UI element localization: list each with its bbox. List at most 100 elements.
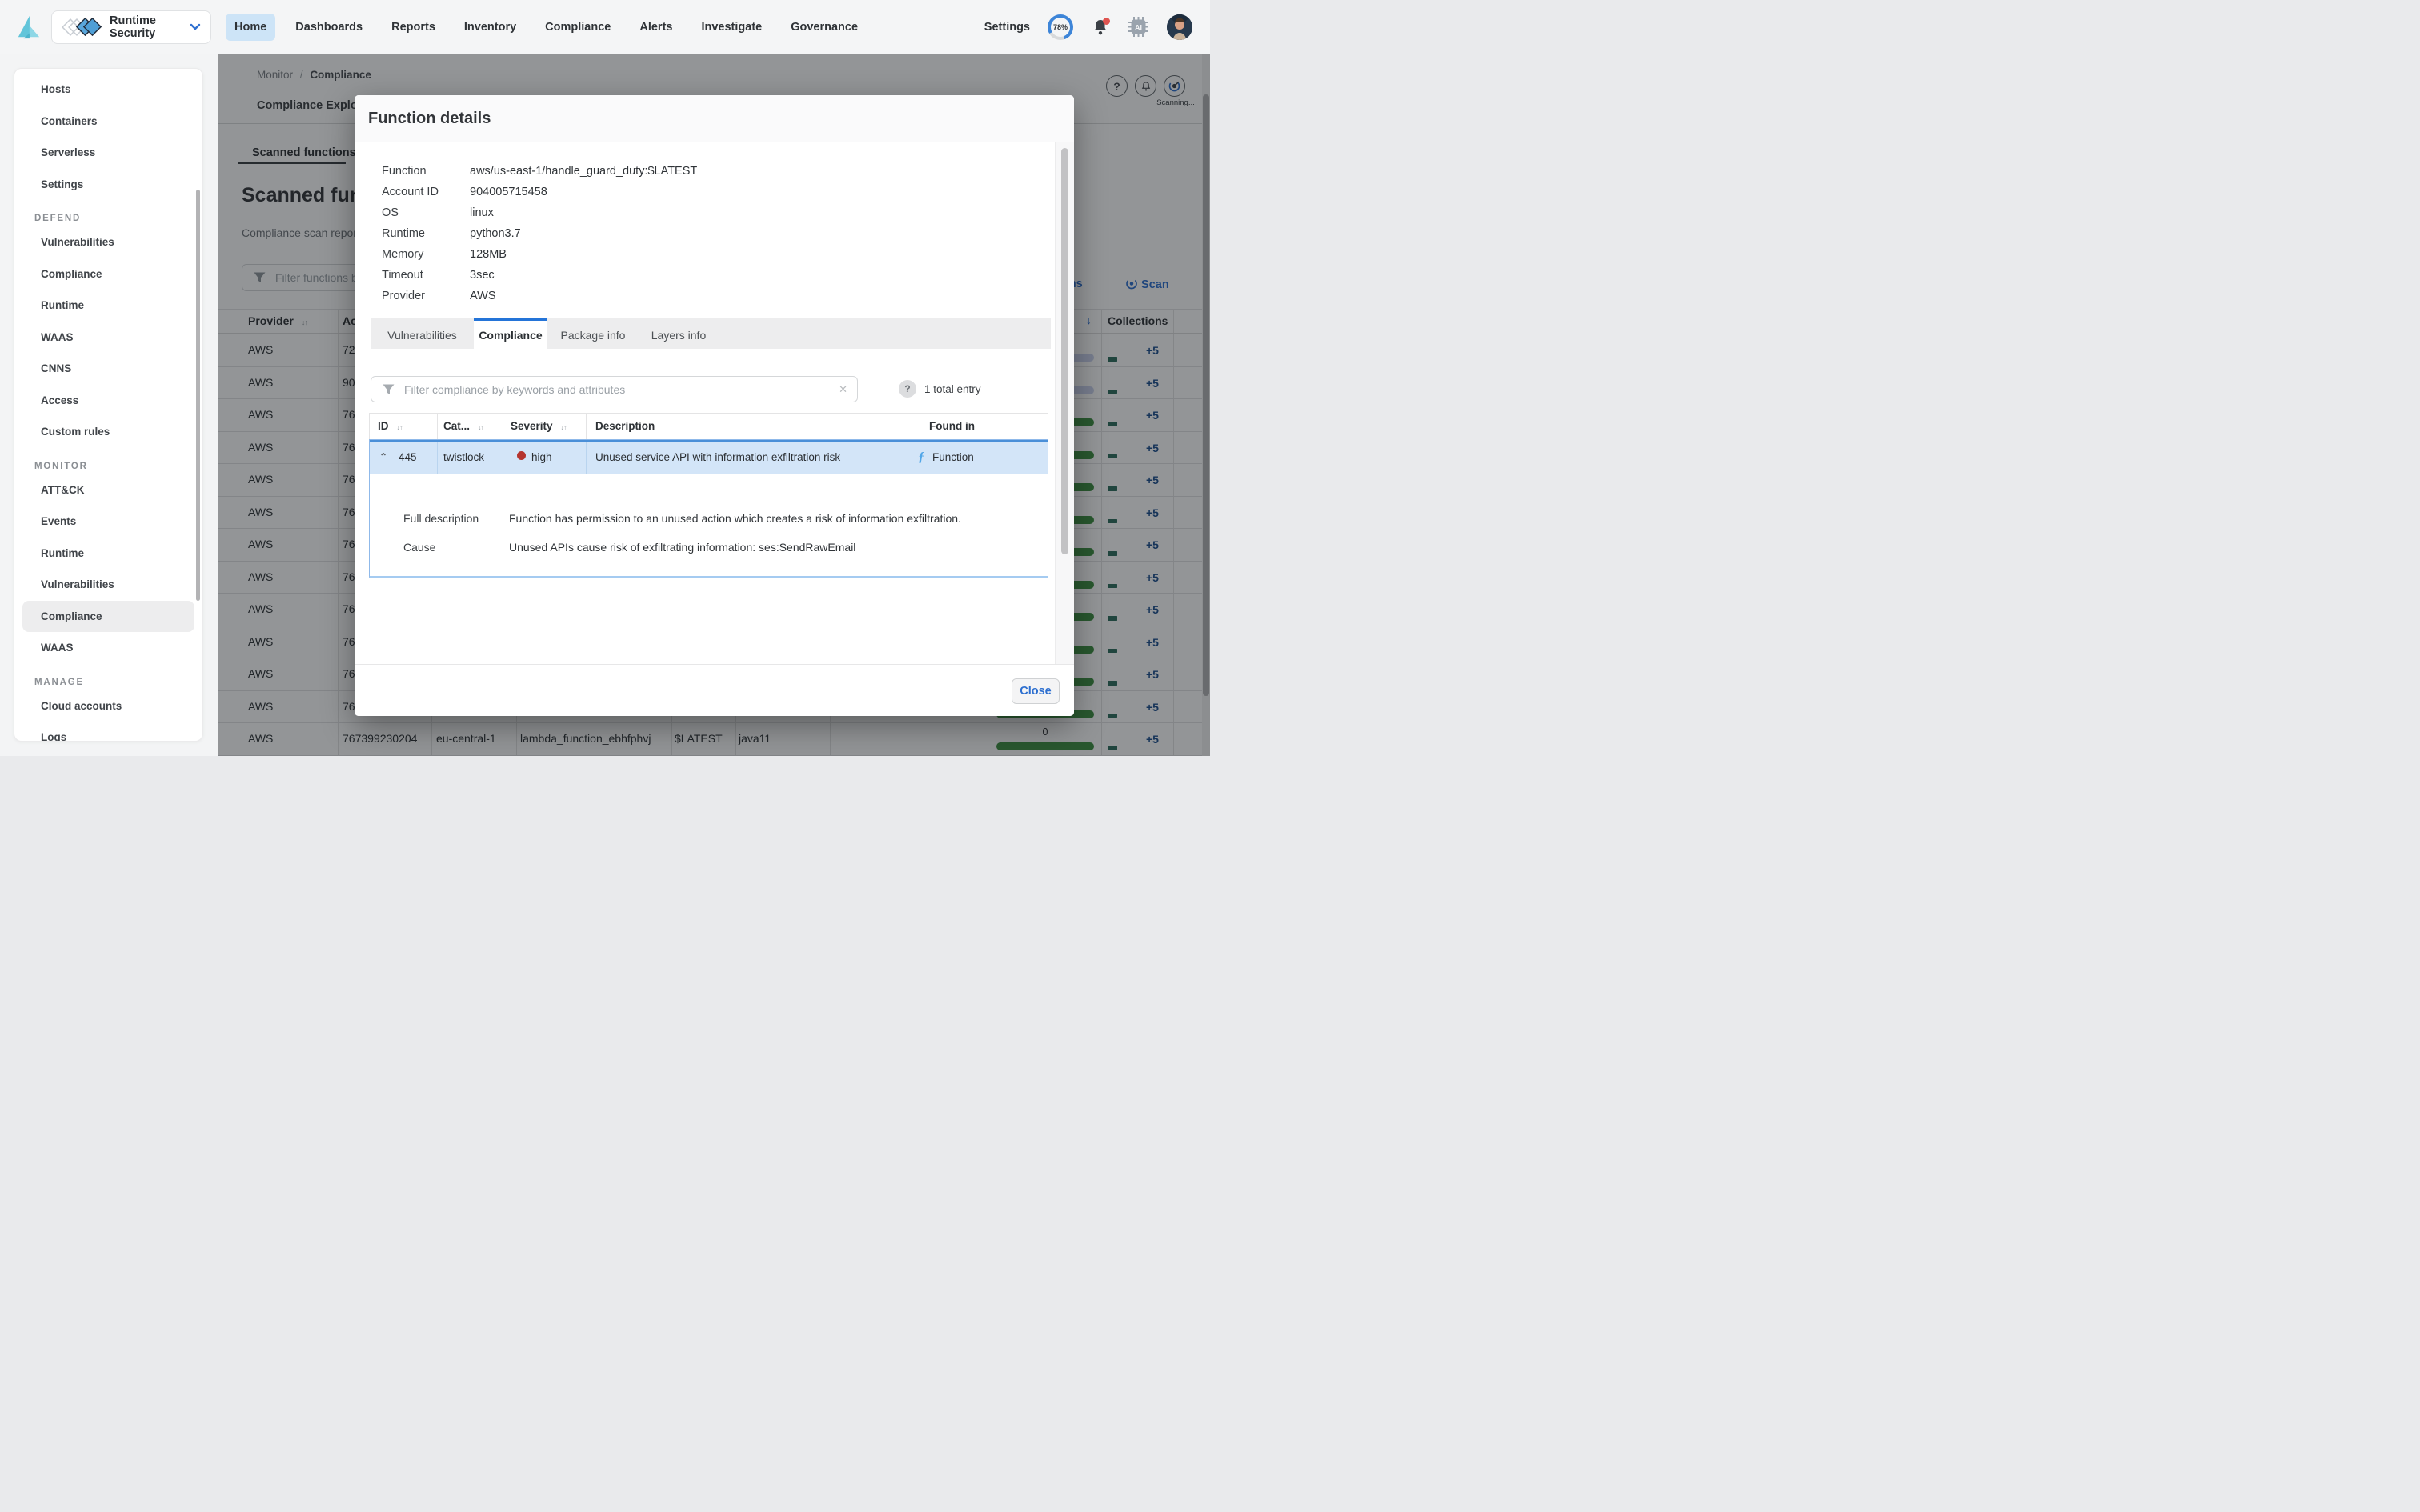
settings-link[interactable]: Settings [984, 21, 1030, 34]
nav-item[interactable]: Alerts [631, 14, 681, 41]
nav-item[interactable]: Reports [383, 14, 444, 41]
tab-vulnerabilities[interactable]: Vulnerabilities [371, 318, 474, 349]
sidebar-item[interactable]: Serverless [14, 137, 202, 169]
nav-item[interactable]: Inventory [455, 14, 525, 41]
metadata-row: Timeout 3sec [382, 265, 697, 286]
severity-high-dot [517, 451, 526, 460]
cause-text: Unused APIs cause risk of exfiltrating i… [509, 541, 856, 554]
metadata-row: Provider AWS [382, 286, 697, 306]
sidebar-scrollbar[interactable] [196, 190, 200, 601]
sidebar-item[interactable]: Vulnerabilities [14, 226, 202, 258]
modal-scrollbar-track[interactable] [1055, 142, 1074, 664]
product-diamonds-icon [62, 17, 102, 36]
sidebar-item[interactable]: ATT&CK [14, 474, 202, 506]
sidebar-item[interactable]: Settings [14, 169, 202, 201]
cell-found-in: Function [932, 451, 974, 463]
sidebar-item[interactable]: CNNS [14, 353, 202, 385]
sidebar-item[interactable]: Access [14, 385, 202, 417]
modal-title: Function details [368, 109, 491, 127]
table-help-icon[interactable]: ? [899, 380, 916, 398]
nav-right-cluster: Settings 78% AI [984, 14, 1192, 40]
sidebar-item[interactable]: Compliance [14, 258, 202, 290]
sidebar-item[interactable]: WAAS [14, 632, 202, 664]
lambda-function-icon: ƒ [918, 449, 925, 464]
progress-value: 78% [1052, 22, 1068, 31]
cell-finding-id: 445 [399, 451, 417, 463]
metadata-label: Timeout [382, 269, 423, 282]
sidebar-item[interactable]: MANAGE [14, 664, 202, 690]
sidebar-item[interactable]: Runtime [14, 290, 202, 322]
sidebar-item[interactable]: Vulnerabilities [14, 569, 202, 601]
product-name: Runtime Security [110, 14, 156, 40]
nav-item[interactable]: Governance [782, 14, 867, 41]
metadata-row: OS linux [382, 202, 697, 223]
cell-severity: high [531, 451, 552, 463]
metadata-row: Runtime python3.7 [382, 223, 697, 244]
main-nav: Home Dashboards Reports Inventory Compliance… [226, 13, 867, 41]
metadata-value: 3sec [470, 269, 495, 282]
full-description-text: Function has permission to an unused act… [509, 512, 961, 525]
sidebar-item[interactable]: Custom rules [14, 416, 202, 448]
metadata-label: OS [382, 206, 399, 219]
ai-copilot-icon[interactable]: AI [1128, 16, 1149, 38]
modal-scrollbar-thumb[interactable] [1061, 148, 1068, 554]
entries-count: 1 total entry [924, 383, 981, 395]
sidebar-item[interactable]: Compliance [22, 600, 194, 632]
chevron-down-icon [190, 23, 201, 30]
modal-header: Function details [355, 95, 1074, 142]
foundin-column-header[interactable]: Found in [929, 420, 975, 432]
finding-expanded-details: Full description Function has permission… [370, 474, 1048, 574]
metadata-label: Runtime [382, 227, 425, 240]
app-window: Runtime Security Home Dashboards Reports In… [0, 0, 1210, 756]
filter-funnel-icon [383, 384, 395, 394]
nav-item[interactable]: Compliance [536, 14, 619, 41]
function-metadata: Function aws/us-east-1/handle_guard_duty… [382, 161, 697, 306]
metadata-row: Memory 128MB [382, 244, 697, 265]
sidebar-item[interactable]: Cloud accounts [14, 690, 202, 722]
tab-package-info[interactable]: Package info [547, 318, 639, 349]
nav-item[interactable]: Dashboards [286, 14, 371, 41]
adoption-progress-ring[interactable]: 78% [1048, 14, 1073, 40]
cell-description: Unused service API with information exfi… [595, 451, 841, 463]
metadata-value: AWS [470, 290, 496, 302]
findings-table-header: ID ↓↑ Cat... ↓↑ Severity ↓↑ Description Fou… [369, 413, 1048, 440]
notifications-bell-icon[interactable] [1091, 17, 1110, 37]
function-details-modal: Function details Function aws/us-east-1/… [355, 95, 1074, 716]
close-button[interactable]: Close [1012, 678, 1060, 704]
metadata-value: 128MB [470, 248, 507, 261]
modal-tabs: Vulnerabilities Compliance Package info … [371, 318, 1051, 349]
nav-item[interactable]: Investigate [692, 14, 771, 41]
cause-label: Cause [403, 541, 436, 554]
product-switcher[interactable]: Runtime Security [51, 10, 211, 44]
id-column-header[interactable]: ID ↓↑ [378, 420, 403, 432]
finding-row-selected[interactable]: ⌃ 445 twistlock high Unused service API … [370, 440, 1048, 475]
sidebar-item[interactable]: Containers [14, 106, 202, 138]
cell-category: twistlock [443, 451, 485, 463]
top-nav: Runtime Security Home Dashboards Reports In… [0, 0, 1210, 54]
metadata-label: Memory [382, 248, 424, 261]
sidebar-item[interactable]: Hosts [14, 74, 202, 106]
expanded-finding-container: ⌃ 445 twistlock high Unused service API … [369, 439, 1048, 578]
tab-layers-info[interactable]: Layers info [639, 318, 719, 349]
metadata-value: python3.7 [470, 227, 521, 240]
ai-chip-label: AI [1135, 24, 1142, 32]
user-avatar[interactable] [1167, 14, 1192, 40]
sidebar: Hosts Containers Serverless Settings DEFEND V… [14, 68, 203, 742]
collapse-caret-icon[interactable]: ⌃ [379, 451, 387, 462]
clear-filter-icon[interactable]: ✕ [839, 383, 847, 396]
severity-column-header[interactable]: Severity ↓↑ [511, 420, 567, 432]
description-column-header[interactable]: Description [595, 420, 655, 432]
brand-logo-icon [18, 15, 40, 38]
compliance-filter-input[interactable] [404, 382, 830, 396]
sidebar-item[interactable]: DEFEND [14, 200, 202, 226]
sidebar-item[interactable]: Logs [14, 722, 202, 741]
sidebar-item[interactable]: Events [14, 506, 202, 538]
sidebar-item[interactable]: MONITOR [14, 448, 202, 474]
modal-footer: Close [355, 664, 1074, 716]
category-column-header[interactable]: Cat... ↓↑ [443, 420, 484, 432]
metadata-value: linux [470, 206, 494, 219]
nav-item[interactable]: Home [226, 13, 276, 41]
sidebar-item[interactable]: WAAS [14, 322, 202, 354]
sidebar-item[interactable]: Runtime [14, 538, 202, 570]
tab-compliance[interactable]: Compliance [474, 318, 547, 349]
